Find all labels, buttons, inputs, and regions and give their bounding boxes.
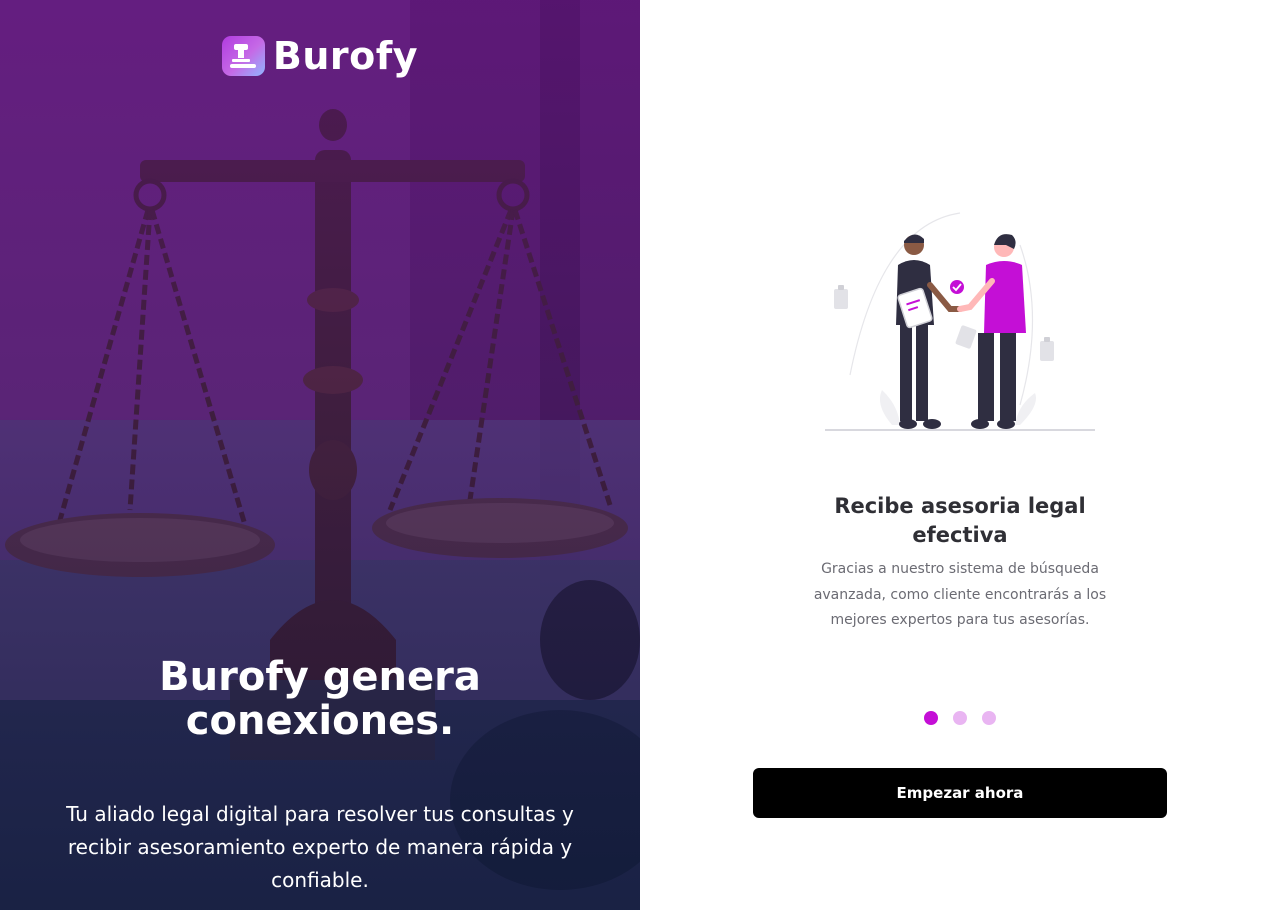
handshake-illustration (825, 212, 1095, 431)
hero-title: Burofy genera conexiones. (0, 655, 640, 743)
hero-subtitle: Tu aliado legal digital para resolver tu… (66, 802, 574, 892)
carousel-dots (924, 711, 996, 725)
carousel-dot-2[interactable] (953, 711, 967, 725)
onboarding-page: Burofy Burofy genera conexiones. Tu alia… (0, 0, 1280, 910)
slide-title: Recibe asesoria legal efectiva (795, 492, 1125, 550)
slide-title-line1: Recibe asesoria legal (834, 494, 1086, 518)
slide-title-line2: efectiva (912, 523, 1008, 547)
hero-title-line1: Burofy genera (159, 654, 481, 700)
slide-description: Gracias a nuestro sistema de búsqueda av… (813, 561, 1107, 628)
hero-panel: Burofy Burofy genera conexiones. Tu alia… (0, 0, 640, 910)
carousel-dot-3[interactable] (982, 711, 996, 725)
start-now-button[interactable]: Empezar ahora (753, 768, 1167, 818)
scales-of-justice-image (0, 0, 640, 910)
brand[interactable]: Burofy (0, 34, 640, 78)
hero-title-line2: conexiones. (185, 698, 455, 744)
gavel-icon (221, 36, 265, 76)
carousel-dot-1[interactable] (924, 711, 938, 725)
brand-name: Burofy (272, 34, 419, 78)
